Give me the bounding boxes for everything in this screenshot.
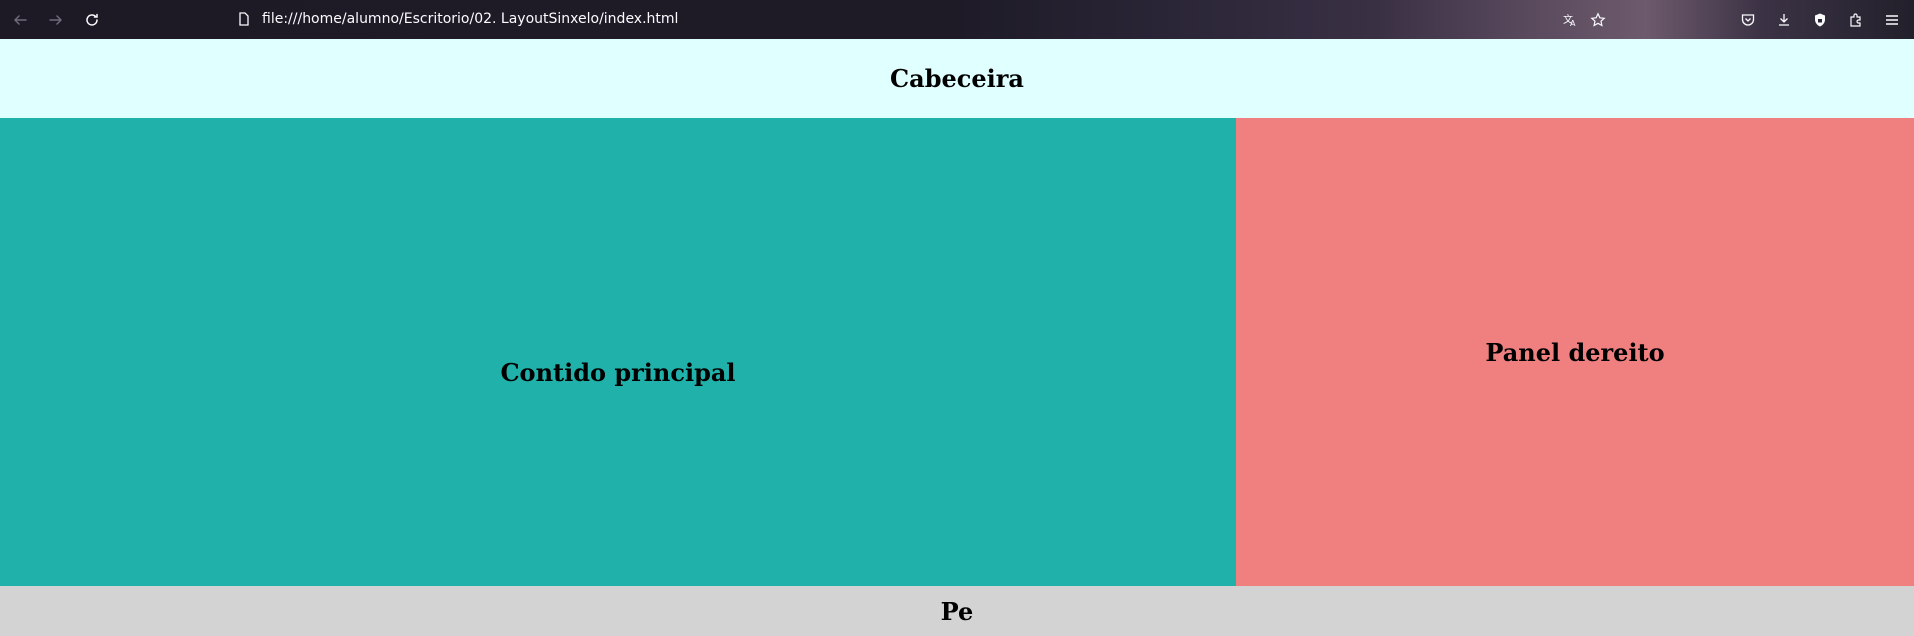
bookmark-star-icon[interactable] xyxy=(1586,8,1610,32)
hamburger-menu-icon[interactable] xyxy=(1880,8,1904,32)
page-viewport: Cabeceira Contido principal Panel dereit… xyxy=(0,39,1914,636)
url-bar[interactable]: file:///home/alumno/Escritorio/02. Layou… xyxy=(228,4,1618,34)
page-document-icon xyxy=(236,11,252,27)
page-footer: Pe xyxy=(0,586,1914,636)
extensions-icon[interactable] xyxy=(1844,8,1868,32)
main-content: Contido principal xyxy=(0,118,1236,586)
lockwise-icon[interactable] xyxy=(1808,8,1832,32)
page-header: Cabeceira xyxy=(0,39,1914,118)
footer-title: Pe xyxy=(940,596,974,626)
forward-arrow-icon[interactable] xyxy=(44,8,68,32)
translate-icon[interactable]: 文A xyxy=(1558,8,1582,32)
right-panel-title: Panel dereito xyxy=(1485,337,1665,367)
back-arrow-icon[interactable] xyxy=(8,8,32,32)
pocket-icon[interactable] xyxy=(1736,8,1760,32)
url-text[interactable]: file:///home/alumno/Escritorio/02. Layou… xyxy=(262,10,678,28)
svg-text:A: A xyxy=(1570,19,1576,28)
right-panel: Panel dereito xyxy=(1236,118,1914,586)
downloads-icon[interactable] xyxy=(1772,8,1796,32)
header-title: Cabeceira xyxy=(890,64,1024,93)
main-title: Contido principal xyxy=(500,357,736,387)
browser-toolbar: file:///home/alumno/Escritorio/02. Layou… xyxy=(0,0,1914,39)
reload-icon[interactable] xyxy=(80,8,104,32)
